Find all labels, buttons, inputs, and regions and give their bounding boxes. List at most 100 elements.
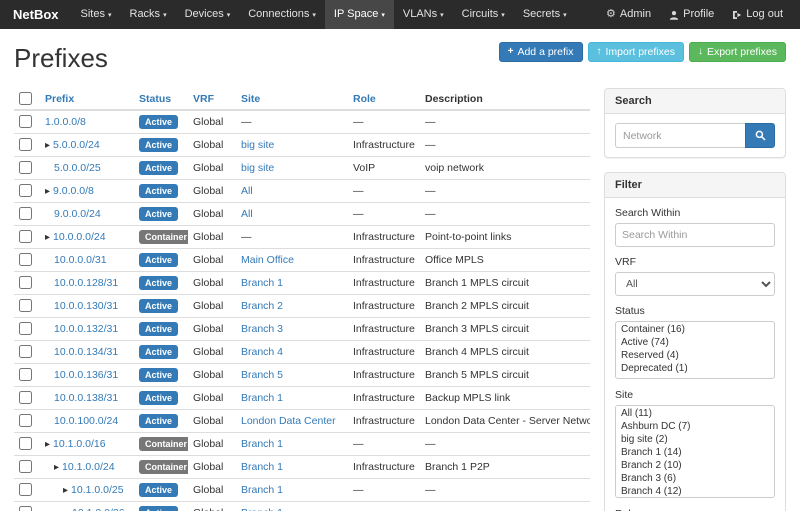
nav-item-sites[interactable]: Sites▾ [72,0,121,29]
expand-caret-icon[interactable]: ▸ [63,485,68,496]
site-link[interactable]: All [241,185,253,197]
row-checkbox[interactable] [19,276,32,289]
row-checkbox[interactable] [19,345,32,358]
prefix-link[interactable]: 10.0.0.132/31 [54,323,118,335]
site-link[interactable]: Branch 1 [241,484,283,496]
prefix-link[interactable]: 10.1.0.0/25 [71,484,124,496]
status-option[interactable]: Deprecated (1) [617,362,773,375]
site-link[interactable]: Main Office [241,254,294,266]
status-option[interactable]: Container (16) [617,323,773,336]
search-within-input[interactable] [615,223,775,247]
nav-item-devices[interactable]: Devices▾ [176,0,240,29]
prefix-link[interactable]: 10.0.0.136/31 [54,369,118,381]
expand-caret-icon[interactable]: ▸ [45,186,50,197]
expand-caret-icon[interactable]: ▸ [45,439,50,450]
export-prefixes-button[interactable]: ↓Export prefixes [689,42,786,62]
nav-item-vlans[interactable]: VLANs▾ [394,0,453,29]
prefix-link[interactable]: 5.0.0.0/24 [53,139,100,151]
site-link[interactable]: big site [241,139,274,151]
site-link[interactable]: All [241,208,253,220]
site-link[interactable]: Branch 5 [241,369,283,381]
plus-icon: + [508,47,514,57]
prefix-link[interactable]: 9.0.0.0/8 [53,185,94,197]
row-checkbox[interactable] [19,138,32,151]
status-listbox[interactable]: Container (16)Active (74)Reserved (4)Dep… [615,321,775,379]
site-link[interactable]: London Data Center [241,415,336,427]
column-sort-link[interactable]: Role [353,93,376,105]
search-button[interactable] [745,123,775,148]
row-checkbox[interactable] [19,414,32,427]
site-listbox[interactable]: All (11)Ashburn DC (7)big site (2)Branch… [615,405,775,498]
row-checkbox[interactable] [19,460,32,473]
row-checkbox[interactable] [19,483,32,496]
nav-item-circuits[interactable]: Circuits▾ [453,0,514,29]
expand-caret-icon[interactable]: ▸ [45,232,50,243]
prefix-link[interactable]: 10.0.0.0/24 [53,231,106,243]
row-checkbox[interactable] [19,322,32,335]
prefix-link[interactable]: 10.0.0.0/31 [54,254,107,266]
site-link[interactable]: Branch 1 [241,507,283,511]
site-link[interactable]: Branch 1 [241,461,283,473]
nav-item-secrets[interactable]: Secrets▾ [514,0,576,29]
column-sort-link[interactable]: Site [241,93,260,105]
row-checkbox[interactable] [19,299,32,312]
prefix-link[interactable]: 10.0.0.130/31 [54,300,118,312]
nav-item-connections[interactable]: Connections▾ [239,0,325,29]
profile-link[interactable]: Profile [660,0,723,29]
nav-item-ip-space[interactable]: IP Space▾ [325,0,394,29]
site-link[interactable]: big site [241,162,274,174]
status-option[interactable]: Reserved (4) [617,349,773,362]
expand-caret-icon[interactable]: ▸ [45,140,50,151]
row-checkbox[interactable] [19,437,32,450]
vrf-select[interactable]: All [615,272,775,296]
site-link[interactable]: Branch 3 [241,323,283,335]
prefix-link[interactable]: 10.0.0.128/31 [54,277,118,289]
row-checkbox[interactable] [19,253,32,266]
checkbox-cell [14,134,40,157]
site-option[interactable]: Branch 3 (6) [617,472,773,485]
description-cell: voip network [420,157,590,180]
site-link[interactable]: Branch 1 [241,277,283,289]
site-option[interactable]: Branch 4 (12) [617,485,773,498]
prefix-link[interactable]: 5.0.0.0/25 [54,162,101,174]
logout-link[interactable]: Log out [723,0,792,29]
column-sort-link[interactable]: Status [139,93,171,105]
column-sort-link[interactable]: Prefix [45,93,74,105]
prefix-link[interactable]: 10.1.0.0/24 [62,461,115,473]
site-option[interactable]: All (11) [617,407,773,420]
site-option[interactable]: Branch 2 (10) [617,459,773,472]
row-checkbox[interactable] [19,368,32,381]
status-option[interactable]: Active (74) [617,336,773,349]
prefix-cell: 10.0.0.132/31 [40,318,134,341]
row-checkbox[interactable] [19,230,32,243]
prefix-link[interactable]: 9.0.0.0/24 [54,208,101,220]
row-checkbox[interactable] [19,506,32,511]
row-checkbox[interactable] [19,115,32,128]
prefix-link[interactable]: 10.1.0.0/26 [72,507,125,511]
column-sort-link[interactable]: VRF [193,93,214,105]
row-checkbox[interactable] [19,207,32,220]
site-link[interactable]: Branch 1 [241,438,283,450]
import-prefixes-button[interactable]: ↑Import prefixes [588,42,684,62]
app-brand[interactable]: NetBox [0,0,72,29]
add-a-prefix-button[interactable]: +Add a prefix [499,42,583,62]
prefix-link[interactable]: 10.1.0.0/16 [53,438,106,450]
site-link[interactable]: Branch 4 [241,346,283,358]
site-option[interactable]: big site (2) [617,433,773,446]
row-checkbox[interactable] [19,184,32,197]
prefix-link[interactable]: 1.0.0.0/8 [45,116,86,128]
prefix-link[interactable]: 10.0.0.138/31 [54,392,118,404]
prefix-link[interactable]: 10.0.0.134/31 [54,346,118,358]
row-checkbox[interactable] [19,161,32,174]
expand-caret-icon[interactable]: ▸ [54,462,59,473]
prefix-link[interactable]: 10.0.100.0/24 [54,415,118,427]
site-option[interactable]: Ashburn DC (7) [617,420,773,433]
search-input[interactable] [615,123,745,148]
site-link[interactable]: Branch 2 [241,300,283,312]
site-option[interactable]: Branch 1 (14) [617,446,773,459]
site-link[interactable]: Branch 1 [241,392,283,404]
nav-item-racks[interactable]: Racks▾ [121,0,176,29]
select-all-checkbox[interactable] [19,92,32,105]
admin-link[interactable]: ⚙ Admin [597,0,660,29]
row-checkbox[interactable] [19,391,32,404]
